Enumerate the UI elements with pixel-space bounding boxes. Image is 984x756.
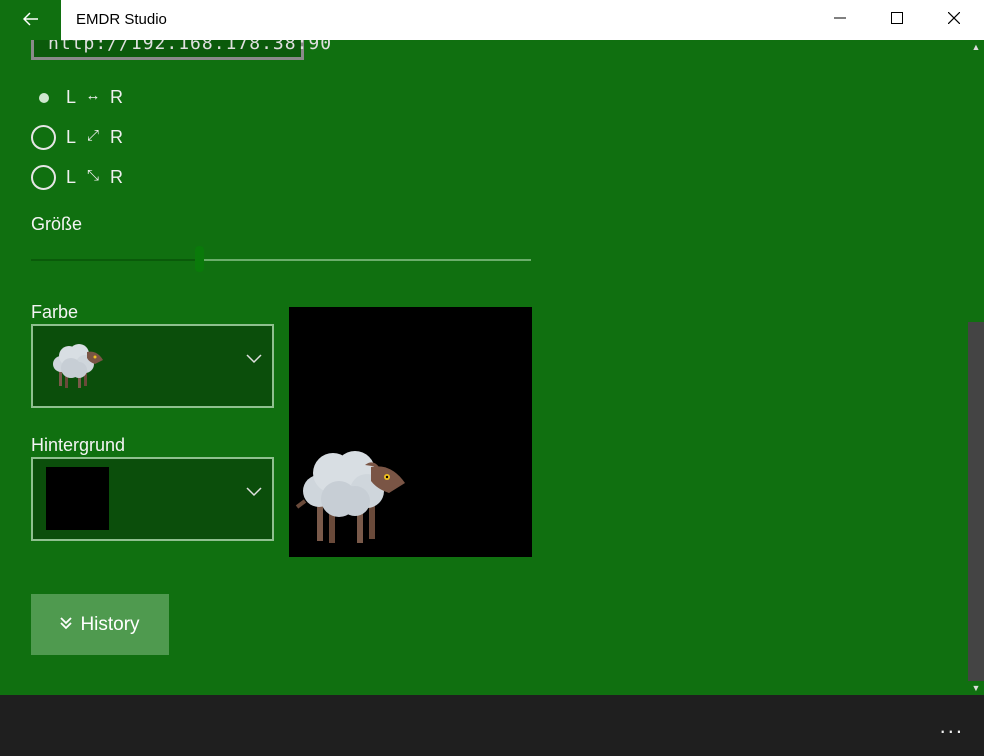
radio-indicator [31,124,56,150]
back-button[interactable] [0,0,61,40]
background-label: Hintergrund [31,435,126,455]
minimize-button[interactable] [812,0,868,40]
sheep-icon [295,445,407,550]
scrollbar-thumb[interactable] [970,54,982,322]
maximize-icon [891,11,903,29]
settings-panel: http://192.168.178.38:90 L ↔ R L ⤢ R L ⤡… [0,40,968,695]
double-chevron-down-icon [60,614,73,636]
slider-track-filled[interactable] [31,259,199,261]
preview-canvas [289,307,532,557]
background-color-swatch [46,467,109,530]
sheep-icon [49,340,107,397]
slider-track-empty[interactable] [204,259,531,261]
arrow-left-icon [22,10,39,31]
close-button[interactable] [926,0,982,40]
chevron-down-icon [246,354,262,370]
scroll-up-icon[interactable]: ▲ [968,40,984,54]
maximize-button[interactable] [869,0,925,40]
direction-radio-horizontal[interactable]: L ↔ R [31,84,123,110]
chevron-down-icon [246,487,262,503]
slider-thumb[interactable] [195,246,204,272]
scroll-down-icon[interactable]: ▼ [968,681,984,695]
app-title: EMDR Studio [76,11,167,28]
bottom-app-bar: ... [0,695,984,756]
title-bar: EMDR Studio [0,0,984,40]
color-label: Farbe [31,302,79,322]
radio-label: L ↔ R [66,86,124,107]
minimize-icon [834,11,846,29]
vertical-scrollbar[interactable]: ▲ ▼ [968,40,984,695]
size-label: Größe [31,214,83,234]
scrollbar-track[interactable] [968,322,984,682]
arrow-diagonal-down-icon: ⤡ [87,166,100,184]
arrow-horizontal-icon: ↔ [85,86,101,104]
radio-indicator [31,164,56,190]
radio-label: L ⤡ R [66,166,124,187]
server-url-field[interactable]: http://192.168.178.38:90 [31,40,331,60]
more-options-button[interactable]: ... [940,713,964,739]
color-dropdown[interactable] [31,324,274,408]
background-dropdown[interactable] [31,457,274,541]
radio-indicator [31,85,56,110]
direction-radio-diagonal-up[interactable]: L ⤢ R [31,124,123,150]
close-icon [947,11,961,29]
history-label: History [80,613,140,635]
history-button[interactable]: History [31,594,169,655]
radio-label: L ⤢ R [66,126,124,147]
arrow-diagonal-up-icon: ⤢ [87,126,100,144]
direction-radio-diagonal-down[interactable]: L ⤡ R [31,164,123,190]
